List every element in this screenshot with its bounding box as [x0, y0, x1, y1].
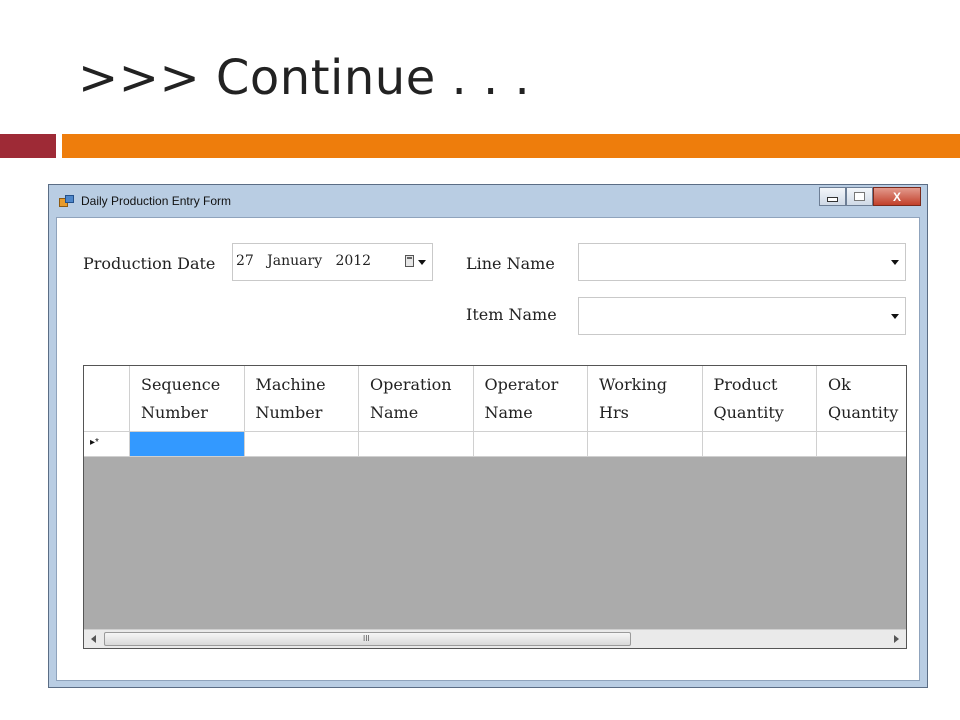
- production-data-grid[interactable]: Sequence Number Machine Number Operation…: [83, 365, 907, 649]
- column-header-machine-number[interactable]: Machine Number: [244, 366, 359, 432]
- app-window: Daily Production Entry Form X Production…: [48, 184, 928, 688]
- window-title: Daily Production Entry Form: [81, 194, 232, 208]
- close-button[interactable]: X: [873, 187, 921, 206]
- accent-bar-left: [0, 134, 56, 158]
- minimize-icon: [827, 197, 838, 202]
- accent-bar-right: [62, 134, 960, 158]
- table-row: ▸*: [84, 432, 906, 457]
- chevron-down-icon[interactable]: [891, 260, 899, 265]
- production-date-value: 27 January 2012: [236, 253, 372, 269]
- app-icon: [59, 195, 74, 207]
- grid-corner-cell[interactable]: [84, 366, 130, 432]
- window-controls: X: [819, 187, 921, 207]
- new-row-marker-icon: ▸*: [90, 437, 99, 448]
- grid-cell-machine-number[interactable]: [244, 432, 359, 457]
- slide-title: >>> Continue . . .: [78, 50, 531, 106]
- scroll-left-icon[interactable]: [91, 635, 96, 643]
- maximize-button[interactable]: [846, 187, 873, 206]
- grid-cell-sequence-number[interactable]: [130, 432, 245, 457]
- close-icon: X: [892, 189, 901, 204]
- column-header-product-quantity[interactable]: Product Quantity: [702, 366, 817, 432]
- column-header-working-hrs[interactable]: Working Hrs: [588, 366, 703, 432]
- grid-cell-ok-quantity[interactable]: [817, 432, 906, 457]
- scroll-right-icon[interactable]: [894, 635, 899, 643]
- grid-cell-product-quantity[interactable]: [702, 432, 817, 457]
- window-titlebar[interactable]: Daily Production Entry Form X: [49, 185, 927, 217]
- grid-cell-working-hrs[interactable]: [588, 432, 703, 457]
- line-name-label: Line Name: [466, 254, 555, 273]
- chevron-down-icon[interactable]: [418, 260, 426, 265]
- chevron-down-icon[interactable]: [891, 314, 899, 319]
- grid-header-row: Sequence Number Machine Number Operation…: [84, 366, 906, 432]
- production-date-picker[interactable]: 27 January 2012: [232, 243, 433, 281]
- form-client-area: Production Date 27 January 2012 Line Nam…: [56, 217, 920, 681]
- scrollbar-thumb[interactable]: III: [104, 632, 631, 646]
- maximize-icon: [854, 192, 865, 201]
- column-header-sequence-number[interactable]: Sequence Number: [130, 366, 245, 432]
- grid-cell-operation-name[interactable]: [359, 432, 474, 457]
- column-header-ok-quantity[interactable]: Ok Quantity: [817, 366, 906, 432]
- grid-cell-operator-name[interactable]: [473, 432, 588, 457]
- column-header-operation-name[interactable]: Operation Name: [359, 366, 474, 432]
- production-date-label: Production Date: [83, 254, 216, 273]
- grip-icon: III: [363, 634, 370, 643]
- item-name-combobox[interactable]: [578, 297, 906, 335]
- line-name-combobox[interactable]: [578, 243, 906, 281]
- calendar-icon[interactable]: [405, 255, 414, 267]
- item-name-label: Item Name: [466, 305, 557, 324]
- row-header-new-row[interactable]: ▸*: [84, 432, 130, 457]
- horizontal-scrollbar[interactable]: III: [84, 629, 906, 648]
- column-header-operator-name[interactable]: Operator Name: [473, 366, 588, 432]
- minimize-button[interactable]: [819, 187, 846, 206]
